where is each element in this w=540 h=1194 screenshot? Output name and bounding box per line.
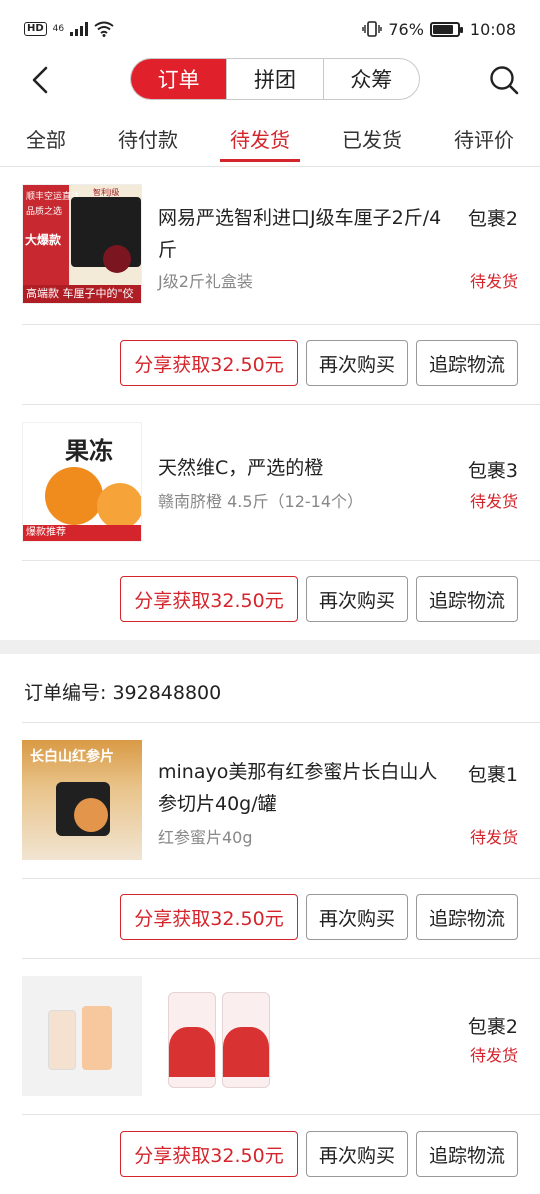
image-text: 果冻 [65,437,113,465]
hd-indicator: HD [24,22,47,36]
divider [22,722,540,723]
item-actions: 分享获取32.50元 再次购买 追踪物流 [120,894,518,940]
tab-pending-payment[interactable]: 待付款 [118,118,178,162]
order-status-tabs: 全部 待付款 待发货 已发货 待评价 [0,118,540,162]
wifi-icon [94,21,114,37]
order-item[interactable]: 顺丰空运直达 品质之选 大爆款 智利J级 高端款 车厘子中的"佼佼者" 网易严选… [22,184,520,304]
order-item[interactable]: 果冻 爆款推荐 天然维C，严选的橙 赣南脐橙 4.5斤（12-14个） 包裹3 … [22,422,520,542]
share-earn-button[interactable]: 分享获取32.50元 [120,1131,298,1177]
product-title[interactable]: 网易严选智利进口J级车厘子2斤/4斤 [158,202,448,266]
track-shipment-button[interactable]: 追踪物流 [416,340,518,386]
order-item[interactable]: 包裹2 待发货 [22,976,520,1096]
status-badge: 待发货 [469,1046,518,1065]
buy-again-button[interactable]: 再次购买 [306,1131,408,1177]
product-spec: 红参蜜片40g [158,828,253,847]
package-label: 包裹3 [467,460,518,482]
divider [22,878,540,879]
status-badge: 待发货 [469,828,518,847]
image-text: 高端款 车厘子中的"佼佼者" [23,285,141,303]
order-item[interactable]: 长白山红参片 minayo美那有红参蜜片长白山人参切片40g/罐 红参蜜片40g… [22,740,520,860]
image-text: 品质之选 [26,207,63,217]
product-title[interactable]: minayo美那有红参蜜片长白山人参切片40g/罐 [158,756,448,820]
image-text: 大爆款 [25,233,62,247]
segment-group-buy[interactable]: 拼团 [226,59,322,99]
tab-pending-review[interactable]: 待评价 [454,118,514,162]
signal-icon [70,22,89,36]
track-shipment-button[interactable]: 追踪物流 [416,576,518,622]
package-label: 包裹2 [467,1016,518,1038]
product-spec: 赣南脐橙 4.5斤（12-14个） [158,492,364,511]
divider [22,1114,540,1115]
header: 订单 拼团 众筹 [0,58,540,102]
item-actions: 分享获取32.50元 再次购买 追踪物流 [120,340,518,386]
product-spec: J级2斤礼盒装 [158,272,253,291]
status-badge: 待发货 [469,272,518,291]
share-earn-button[interactable]: 分享获取32.50元 [120,894,298,940]
product-image-pouches[interactable] [168,976,298,1096]
tab-all[interactable]: 全部 [26,118,66,162]
divider [22,560,540,561]
divider [22,404,540,405]
battery-icon [429,21,463,37]
buy-again-button[interactable]: 再次购买 [306,340,408,386]
item-actions: 分享获取32.50元 再次购买 追踪物流 [120,576,518,622]
divider [22,324,540,325]
segment-orders[interactable]: 订单 [131,59,227,99]
track-shipment-button[interactable]: 追踪物流 [416,894,518,940]
track-shipment-button[interactable]: 追踪物流 [416,1131,518,1177]
product-image-cherry[interactable]: 顺丰空运直达 品质之选 大爆款 智利J级 高端款 车厘子中的"佼佼者" [22,184,142,304]
order-number: 订单编号: 392848800 [24,682,222,704]
package-label: 包裹2 [467,208,518,230]
divider [22,958,540,959]
product-image-ginseng[interactable]: 长白山红参片 [22,740,142,860]
segment-crowdfunding[interactable]: 众筹 [322,59,419,99]
image-text: 长白山红参片 [30,749,114,765]
share-earn-button[interactable]: 分享获取32.50元 [120,340,298,386]
back-arrow-icon[interactable] [26,64,58,96]
order-separator [0,640,540,654]
product-image-drink[interactable] [22,976,142,1096]
share-earn-button[interactable]: 分享获取32.50元 [120,576,298,622]
status-bar: HD 46 76% 10:08 [0,0,540,58]
image-text: 爆款推荐 [23,525,141,541]
network-type: 46 [52,24,65,34]
vibrate-icon [362,21,383,37]
product-image-orange[interactable]: 果冻 爆款推荐 [22,422,142,542]
search-icon[interactable] [488,64,520,96]
product-title[interactable]: 天然维C，严选的橙 [158,452,448,484]
clock: 10:08 [469,19,516,39]
buy-again-button[interactable]: 再次购买 [306,894,408,940]
buy-again-button[interactable]: 再次购买 [306,576,408,622]
battery-percent: 76% [388,19,424,39]
status-badge: 待发货 [469,492,518,511]
segment-control: 订单 拼团 众筹 [130,58,420,100]
package-label: 包裹1 [467,764,518,786]
divider [0,166,540,167]
item-actions: 分享获取32.50元 再次购买 追踪物流 [120,1131,518,1177]
tab-pending-shipment[interactable]: 待发货 [220,118,300,162]
tab-shipped[interactable]: 已发货 [342,118,402,162]
